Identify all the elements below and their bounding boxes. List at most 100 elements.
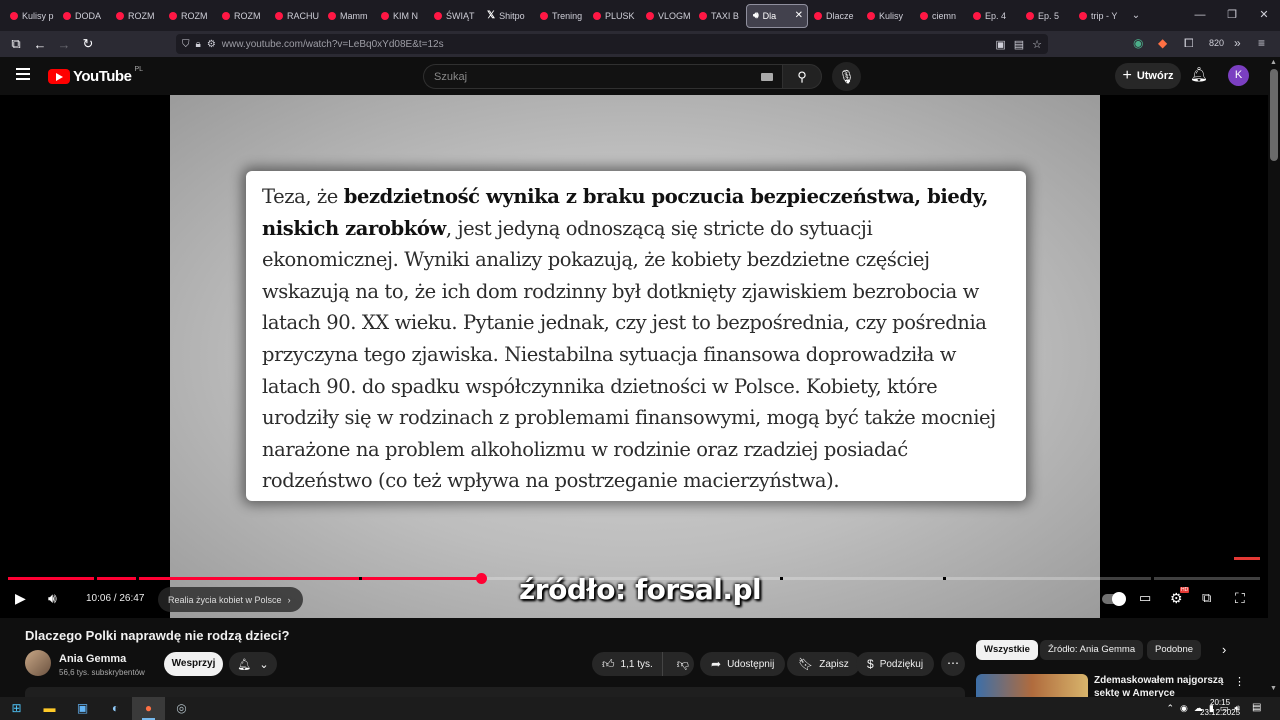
restore-icon[interactable]: ❐ (1216, 0, 1248, 31)
permissions-icon[interactable]: ⚙ (207, 39, 216, 50)
browser-tab[interactable]: Mamm (322, 4, 375, 28)
browser-tab[interactable]: trip - Y (1073, 4, 1126, 28)
recommended-thumbnail[interactable] (976, 674, 1088, 697)
share-button[interactable]: ➦ Udostępnij (700, 652, 786, 676)
chip-source-channel[interactable]: Źródło: Ania Gemma (1040, 640, 1144, 660)
start-windows-icon[interactable]: ⊞ (0, 697, 33, 720)
notifications-icon[interactable]: ▤ (1252, 702, 1261, 713)
app-icon-2[interactable]: ◎ (165, 697, 198, 720)
progress-bar[interactable] (8, 573, 1260, 584)
chapter-button[interactable]: Realia życia kobiet w Polsce › (158, 587, 303, 612)
scrubber-knob[interactable] (476, 573, 487, 584)
browser-tab[interactable]: Kulisy p (4, 4, 57, 28)
more-actions-button[interactable]: ⋯ (941, 652, 965, 676)
youtube-logo[interactable]: YouTube PL (48, 66, 143, 85)
tray-chevron-icon[interactable]: ⌃ (1166, 703, 1174, 714)
extension-fox-icon[interactable]: ◆ (1158, 36, 1167, 50)
minimize-icon[interactable]: — (1184, 0, 1216, 31)
guide-menu-icon[interactable] (16, 68, 30, 80)
browser-tab[interactable]: RACHU (269, 4, 322, 28)
browser-tab[interactable]: Dlacze (808, 4, 861, 28)
create-button[interactable]: + Utwórz (1115, 63, 1181, 89)
reader-view-icon[interactable]: ▤ (1014, 38, 1024, 51)
tray-app-icon[interactable]: ◉ (1180, 703, 1188, 714)
lock-icon[interactable]: 🔒︎ (196, 39, 201, 50)
search-box[interactable] (423, 64, 783, 89)
notifications-bell-icon[interactable]: 🔔︎ (1190, 66, 1208, 83)
browser-tab[interactable]: Trening (534, 4, 587, 28)
scroll-up-icon[interactable]: ▲ (1270, 59, 1277, 66)
extensions-puzzle-icon[interactable]: ⧠ (1184, 36, 1194, 51)
reload-icon[interactable]: ↻ (76, 36, 100, 52)
search-button[interactable]: ⚲ (782, 64, 822, 89)
browser-tab[interactable]: TAXI B (693, 4, 746, 28)
keyboard-icon[interactable] (761, 73, 773, 81)
scrollbar-thumb[interactable] (1270, 69, 1278, 161)
description-panel[interactable] (25, 687, 965, 697)
tab-list-chevron-icon[interactable]: ⌄ (1126, 10, 1146, 21)
browser-tab[interactable]: 𝕏 Shitpo (481, 4, 534, 28)
back-icon[interactable]: ← (28, 37, 52, 52)
account-avatar[interactable]: K (1228, 65, 1249, 86)
browser-tab[interactable]: Ep. 5 (1020, 4, 1073, 28)
browser-tab[interactable]: ROZM (163, 4, 216, 28)
autoplay-toggle[interactable] (1102, 592, 1126, 606)
volume-icon[interactable]: 🔊︎ (48, 590, 57, 607)
voice-search-button[interactable]: 🎙︎ (832, 62, 861, 91)
firefox-icon[interactable]: ● (132, 697, 165, 720)
support-button[interactable]: Wesprzyj (164, 652, 223, 676)
browser-tab[interactable]: DODA (57, 4, 110, 28)
recommended-title[interactable]: Zdemaskowałem najgorszą sektę w Ameryce (1094, 674, 1224, 697)
extension-badge-icon[interactable]: 820 (1209, 38, 1224, 48)
shield-icon[interactable]: ⛉ (182, 39, 190, 50)
hamburger-menu-icon[interactable]: ≡ (1258, 36, 1265, 50)
channel-name[interactable]: Ania Gemma (59, 653, 126, 665)
browser-tab[interactable]: Kulisy (861, 4, 914, 28)
thanks-button[interactable]: $ Podziękuj (856, 652, 935, 676)
browser-tab[interactable]: ROZM (216, 4, 269, 28)
file-explorer-icon[interactable]: ▬ (33, 697, 66, 720)
notification-settings-button[interactable]: 🔔︎ ⌄ (229, 652, 277, 676)
browser-tab[interactable]: ŚWIĄT (428, 4, 481, 28)
browser-tab[interactable]: Ep. 4 (967, 4, 1020, 28)
picture-in-picture-icon[interactable]: ▣ (995, 38, 1005, 51)
youtube-icon (540, 11, 548, 20)
scroll-down-icon[interactable]: ▼ (1270, 685, 1277, 692)
dislike-button[interactable]: 👎︎ (669, 657, 697, 672)
browser-tab[interactable]: ciemn (914, 4, 967, 28)
app-icon[interactable]: ▣ (66, 697, 99, 720)
taskbar-clock[interactable]: 20:15 23.12.2025 (1200, 698, 1240, 718)
forward-icon[interactable]: → (52, 37, 76, 52)
search-input[interactable] (434, 70, 734, 83)
address-bar[interactable]: ⛉ 🔒︎ ⚙ www.youtube.com/watch?v=LeBq0xYd0… (176, 34, 1048, 54)
browser-tab[interactable]: ROZM (110, 4, 163, 28)
browser-tab[interactable]: KIM N (375, 4, 428, 28)
page-scrollbar[interactable]: ▲ ▼ (1268, 57, 1280, 697)
browser-tab[interactable]: VLOGM (640, 4, 693, 28)
steam-icon[interactable]: ◐ (99, 697, 132, 720)
chips-next-icon[interactable]: › (1222, 642, 1226, 657)
overflow-menu-icon[interactable]: » (1234, 36, 1241, 50)
tab-label: VLOGM (658, 10, 691, 21)
extension-shield-icon[interactable]: ◉ (1133, 36, 1143, 50)
save-button[interactable]: 🔖︎ Zapisz (787, 652, 860, 676)
close-tab-icon[interactable]: ✕ (795, 10, 803, 21)
close-window-icon[interactable]: ✕ (1248, 0, 1280, 31)
browser-tab[interactable]: PLUSK (587, 4, 640, 28)
video-player[interactable]: Teza, że bezdzietność wynika z braku poc… (0, 95, 1268, 618)
sidebar-toggle-icon[interactable]: ⧉ (4, 36, 28, 52)
miniplayer-icon[interactable]: ⧉ (1202, 590, 1211, 606)
url-text[interactable]: www.youtube.com/watch?v=LeBq0xYd08E&t=12… (222, 39, 444, 50)
video-frame[interactable]: Teza, że bezdzietność wynika z braku poc… (170, 95, 1100, 618)
recommended-more-icon[interactable]: ⋮ (1234, 675, 1245, 688)
bookmark-star-icon[interactable]: ☆ (1032, 38, 1042, 51)
like-button[interactable]: 👍︎ 1,1 tys. (592, 652, 663, 676)
fullscreen-icon[interactable]: ⛶ (1235, 590, 1245, 607)
browser-tab[interactable]: 🔊︎ Dla ✕ (746, 3, 808, 28)
play-icon[interactable]: ▶ (15, 590, 26, 607)
youtube-icon (63, 11, 71, 20)
channel-avatar[interactable] (25, 650, 51, 676)
chip-related[interactable]: Podobne (1147, 640, 1202, 660)
chip-all[interactable]: Wszystkie (976, 640, 1038, 660)
subtitles-icon[interactable]: ▭ (1139, 590, 1151, 606)
